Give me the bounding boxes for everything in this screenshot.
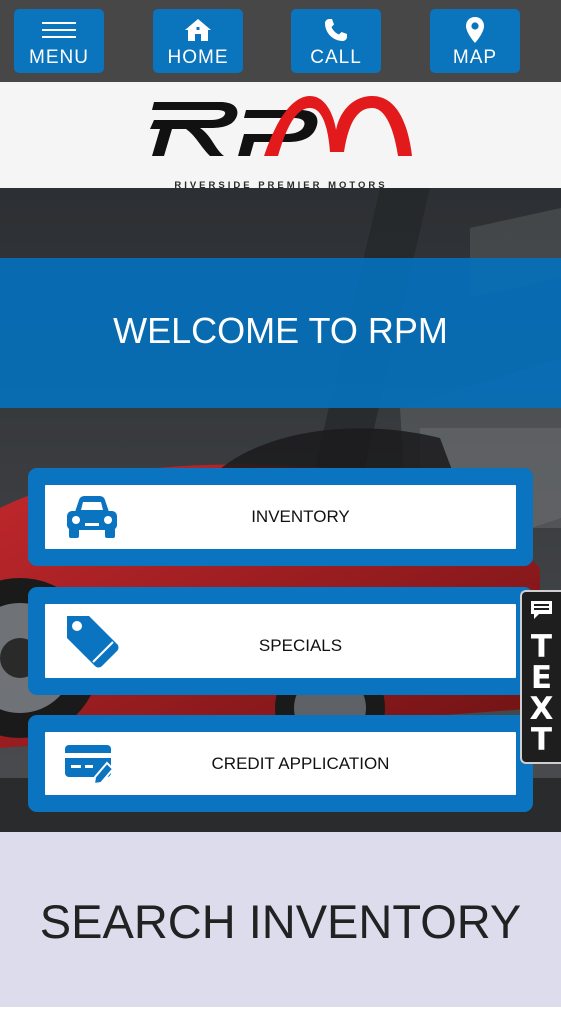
text-letter: E xyxy=(530,660,553,696)
call-label: CALL xyxy=(310,47,362,68)
welcome-title: WELCOME TO RPM xyxy=(113,310,448,351)
phone-icon xyxy=(291,17,381,43)
specials-label: SPECIALS xyxy=(258,636,343,655)
menu-label: MENU xyxy=(29,47,89,68)
specials-button[interactable]: SPECIALS xyxy=(28,587,533,695)
credit-application-button[interactable]: CREDIT APPLICATION xyxy=(28,715,533,812)
specials-button-panel: SPECIALS xyxy=(45,604,516,678)
map-pin-icon xyxy=(430,17,520,43)
top-nav-bar: MENU HOME CALL MAP xyxy=(0,0,561,82)
search-inventory-title: SEARCH INVENTORY xyxy=(39,895,522,948)
text-us-widget[interactable]: T E X T xyxy=(520,590,561,764)
text-letter: T xyxy=(530,722,553,758)
text-letter: X xyxy=(529,691,554,727)
chat-bubble-icon xyxy=(529,599,554,621)
inventory-label: INVENTORY xyxy=(251,507,350,526)
rpm-logo-mark xyxy=(150,96,412,156)
welcome-banner: WELCOME TO RPM xyxy=(0,258,561,408)
hero-section: WELCOME TO RPM INVENTORY SPECIALS CREDIT… xyxy=(0,188,561,832)
inventory-button-panel: INVENTORY xyxy=(45,485,516,549)
search-inventory-section: SEARCH INVENTORY xyxy=(0,832,561,1007)
call-button[interactable]: CALL xyxy=(291,9,381,73)
home-button[interactable]: HOME xyxy=(153,9,243,73)
home-label: HOME xyxy=(167,47,229,68)
text-widget-letters: T E X T xyxy=(522,632,561,756)
map-button[interactable]: MAP xyxy=(430,9,520,73)
inventory-button[interactable]: INVENTORY xyxy=(28,468,533,566)
text-letter: T xyxy=(530,629,553,665)
rpm-logo[interactable]: RIVERSIDE PREMIER MOTORS xyxy=(150,96,412,191)
credit-application-label: CREDIT APPLICATION xyxy=(211,753,390,773)
hamburger-icon xyxy=(14,17,104,43)
logo-bar: RIVERSIDE PREMIER MOTORS xyxy=(0,82,561,191)
menu-button[interactable]: MENU xyxy=(14,9,104,73)
map-label: MAP xyxy=(452,47,498,68)
home-icon xyxy=(153,17,243,43)
credit-application-button-panel: CREDIT APPLICATION xyxy=(45,732,516,795)
page-bottom-strip xyxy=(0,1007,561,1019)
